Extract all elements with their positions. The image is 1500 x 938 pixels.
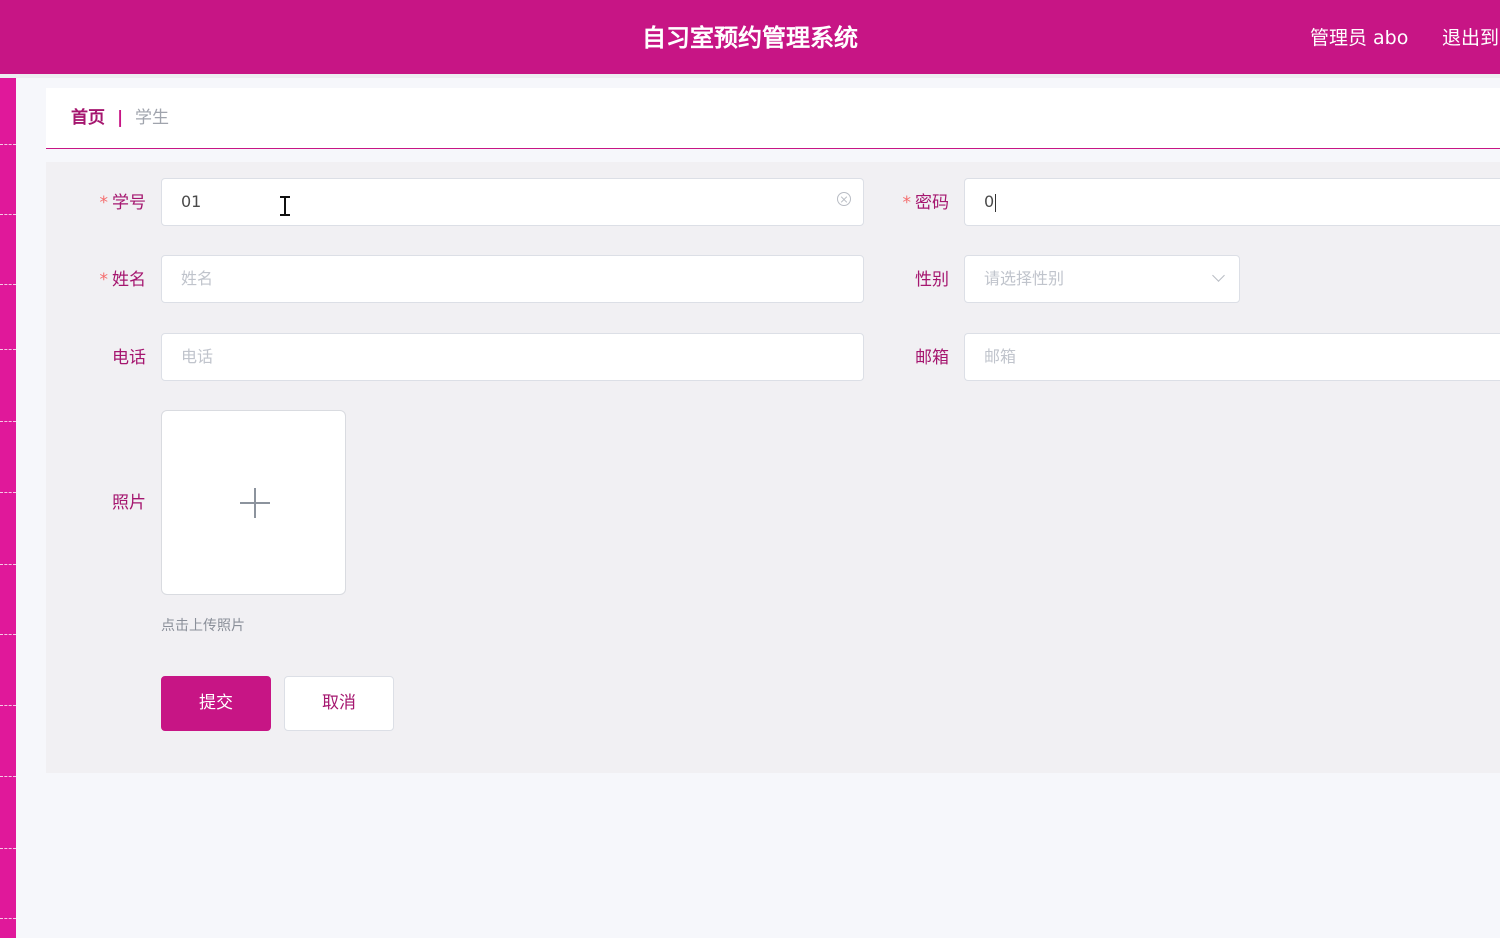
sidebar-divider	[0, 214, 16, 215]
sidebar-strip[interactable]	[0, 78, 16, 938]
plus-icon	[240, 488, 270, 518]
email-input[interactable]: 邮箱	[964, 333, 1500, 381]
sidebar-divider	[0, 776, 16, 777]
sidebar-divider	[0, 284, 16, 285]
user-label: 管理员 abo	[1310, 27, 1409, 49]
cancel-button[interactable]: 取消	[284, 676, 394, 731]
sidebar-divider	[0, 421, 16, 422]
phone-label: 电话	[112, 348, 146, 368]
sidebar-divider	[0, 848, 16, 849]
gender-select[interactable]: 请选择性别	[964, 255, 1240, 303]
app-title: 自习室预约管理系统	[642, 24, 858, 52]
phone-input[interactable]: 电话	[161, 333, 864, 381]
phone-placeholder: 电话	[181, 347, 214, 366]
sidebar-divider	[0, 144, 16, 145]
name-input[interactable]: 姓名	[161, 255, 864, 303]
breadcrumb-current: 学生	[135, 108, 169, 128]
header-divider	[0, 74, 1500, 78]
email-placeholder: 邮箱	[984, 347, 1017, 366]
upload-hint: 点击上传照片	[161, 618, 245, 634]
required-mark: *	[99, 193, 109, 213]
student-id-value: 01	[181, 192, 202, 211]
sidebar-divider	[0, 492, 16, 493]
sidebar-divider	[0, 918, 16, 919]
student-id-input[interactable]: 01	[161, 178, 864, 226]
photo-upload-area[interactable]	[161, 410, 346, 595]
password-input[interactable]: 0	[964, 178, 1500, 226]
photo-label: 照片	[112, 493, 146, 513]
sidebar-divider	[0, 634, 16, 635]
input-caret	[995, 193, 997, 212]
password-value: 0	[984, 192, 995, 211]
student-id-label: * 学号	[99, 193, 147, 213]
breadcrumb-home[interactable]: 首页	[71, 107, 105, 129]
sidebar-divider	[0, 705, 16, 706]
name-label: * 姓名	[99, 270, 147, 290]
required-mark: *	[99, 270, 109, 290]
text-cursor-icon	[279, 196, 291, 216]
top-header: 自习室预约管理系统 管理员 abo 退出到	[0, 0, 1500, 74]
submit-button[interactable]: 提交	[161, 676, 271, 731]
gender-placeholder: 请选择性别	[984, 269, 1065, 288]
breadcrumb-separator: |	[117, 108, 124, 128]
email-label: 邮箱	[915, 348, 949, 368]
password-label: * 密码	[902, 193, 950, 213]
required-mark: *	[902, 193, 912, 213]
chevron-down-icon	[1212, 269, 1225, 282]
logout-link[interactable]: 退出到	[1442, 26, 1499, 50]
gender-label: 性别	[915, 270, 949, 290]
sidebar-divider	[0, 564, 16, 565]
name-placeholder: 姓名	[181, 269, 214, 288]
sidebar-divider	[0, 349, 16, 350]
breadcrumb: 首页 | 学生	[46, 88, 1500, 149]
